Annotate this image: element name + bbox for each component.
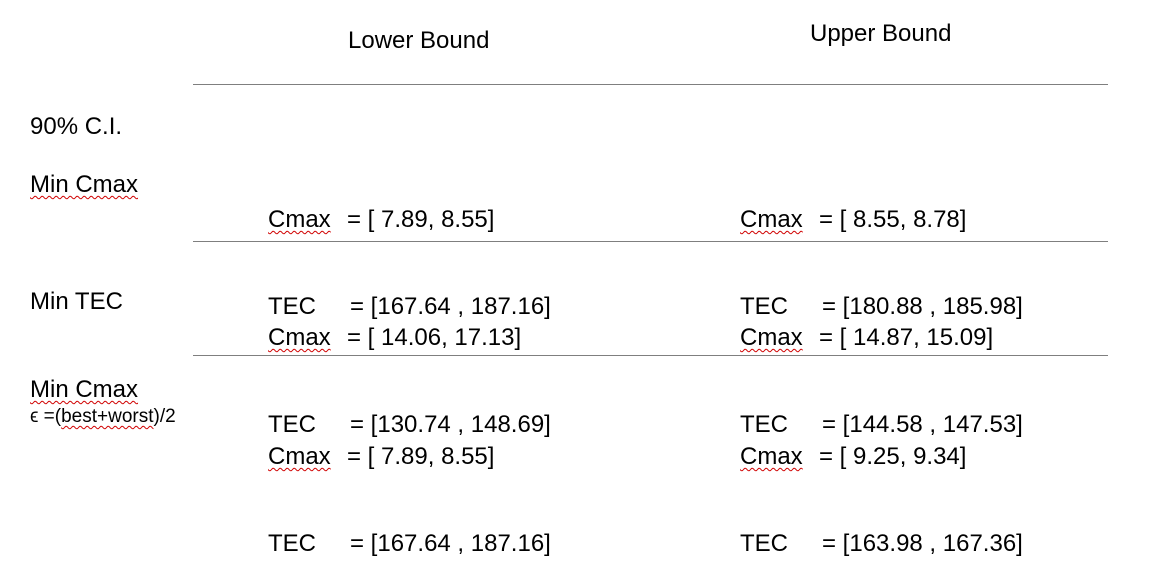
cmax-label: Cmax [740, 324, 803, 351]
formula-word: best+worst [61, 406, 154, 427]
cmax-label: Cmax [268, 324, 331, 351]
tec-value: = [163.98 , 167.36] [822, 530, 1023, 557]
header-divider [193, 84, 1108, 85]
cmax-label: Cmax [268, 443, 331, 470]
cmax-value: = [ 7.89, 8.55] [347, 443, 495, 470]
row-label-min-tec: Min TEC [30, 288, 123, 315]
cmax-value: = [ 8.55, 8.78] [819, 206, 967, 233]
formula-prefix: ϵ =( [30, 406, 62, 427]
cmax-value: = [ 7.89, 8.55] [347, 206, 495, 233]
cmax-label: Cmax [268, 206, 331, 233]
tec-label: TEC [268, 530, 316, 557]
epsilon-formula: ϵ =(best+worst)/2 [30, 406, 176, 428]
tec-label: TEC [740, 530, 788, 557]
section-label: 90% C.I. [30, 113, 123, 140]
row-label-min-cmax: Min Cmax [30, 171, 139, 198]
cell-lower-row-3: Cmax = [ 7.89, 8.55] TEC = [167.64 , 187.1… [268, 384, 648, 587]
formula-suffix: )/2 [153, 406, 176, 427]
cmax-label: Cmax [740, 443, 803, 470]
column-header-lower-bound: Lower Bound [348, 27, 490, 54]
tec-value: = [167.64 , 187.16] [350, 530, 551, 557]
cmax-value: = [ 9.25, 9.34] [819, 443, 967, 470]
cmax-value: = [ 14.06, 17.13] [347, 324, 522, 351]
cmax-label: Cmax [740, 206, 803, 233]
cmax-value: = [ 14.87, 15.09] [819, 324, 994, 351]
row-label-min-cmax-epsilon: Min Cmax [30, 376, 139, 403]
column-header-upper-bound: Upper Bound [810, 20, 952, 47]
cell-upper-row-3: Cmax = [ 9.25, 9.34] TEC = [163.98 , 167.3… [740, 384, 1120, 587]
